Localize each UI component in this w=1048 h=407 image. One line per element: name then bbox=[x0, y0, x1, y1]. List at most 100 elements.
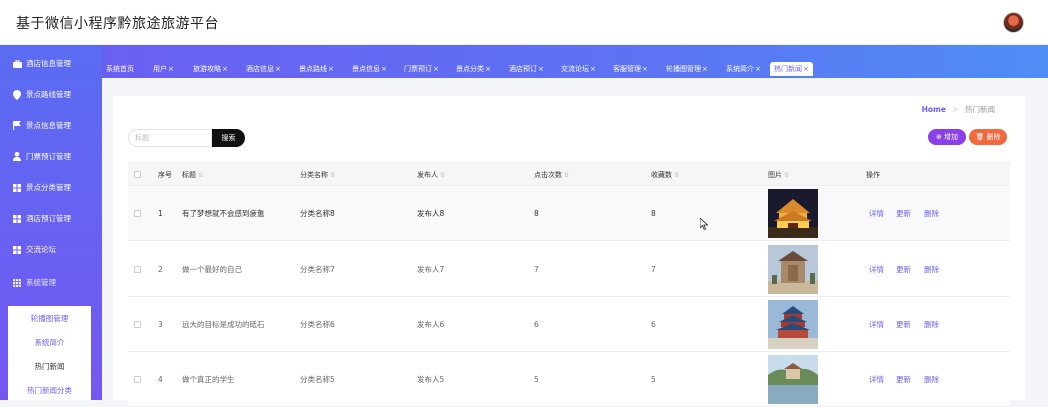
sidebar-item-forum[interactable]: 交流论坛 bbox=[0, 234, 102, 265]
breadcrumb-home[interactable]: Home bbox=[922, 105, 946, 114]
detail-link[interactable]: 详情 bbox=[869, 352, 884, 407]
tab-label: 门票预订 bbox=[404, 65, 432, 73]
tab-forum[interactable]: 交流论坛 × bbox=[561, 62, 596, 76]
sidebar-item-scenic-category[interactable]: 景点分类管理 bbox=[0, 172, 102, 203]
close-icon[interactable]: × bbox=[433, 65, 439, 73]
update-link[interactable]: 更新 bbox=[896, 297, 911, 352]
tab-bar: 系统首页 用户 × 旅游攻略 × 酒店信息 × 景点路线 × 景点信息 × 门票预订 × 景… bbox=[102, 45, 1048, 78]
tab-hotel-booking[interactable]: 酒店预订 × bbox=[509, 62, 544, 76]
submenu-item-hot-news-category[interactable]: 热门新闻分类 bbox=[8, 378, 91, 402]
close-icon[interactable]: × bbox=[702, 65, 708, 73]
detail-link[interactable]: 详情 bbox=[869, 186, 884, 241]
sort-icon[interactable]: ⇅ bbox=[784, 172, 789, 179]
update-link[interactable]: 更新 bbox=[896, 186, 911, 241]
cell-index: 3 bbox=[158, 320, 163, 329]
cell-category: 分类名称6 bbox=[300, 320, 335, 329]
header-favorites[interactable]: 收藏数 ⇅ bbox=[651, 163, 679, 187]
tab-label: 酒店预订 bbox=[509, 65, 537, 73]
delete-link[interactable]: 删除 bbox=[924, 352, 939, 407]
cell-clicks: 6 bbox=[534, 320, 539, 329]
select-all-checkbox[interactable] bbox=[134, 171, 141, 178]
header-publisher[interactable]: 发布人 ⇅ bbox=[417, 163, 445, 187]
row-checkbox[interactable] bbox=[134, 210, 141, 217]
sidebar-item-label: 系统管理 bbox=[26, 278, 56, 287]
grid-icon bbox=[12, 214, 22, 224]
row-checkbox[interactable] bbox=[134, 266, 141, 273]
tab-hot-news[interactable]: 热门新闻 × bbox=[770, 62, 813, 76]
tab-scenic-info[interactable]: 景点信息 × bbox=[352, 62, 387, 76]
header-clicks[interactable]: 点击次数 ⇅ bbox=[534, 163, 569, 187]
table-row[interactable]: 2 做一个最好的自己 分类名称7 发布人7 7 7 详情 更新 删除 bbox=[128, 242, 1010, 297]
header-title[interactable]: 标题 ⇅ bbox=[182, 163, 203, 187]
search-button[interactable]: 搜索 bbox=[212, 129, 245, 147]
sort-icon[interactable]: ⇅ bbox=[564, 172, 569, 179]
tab-travel-guide[interactable]: 旅游攻略 × bbox=[193, 62, 228, 76]
delete-link[interactable]: 删除 bbox=[924, 297, 939, 352]
header-label: 图片 bbox=[768, 171, 782, 179]
grid-icon bbox=[12, 183, 22, 193]
add-button[interactable]: ⊕ 增加 bbox=[928, 129, 966, 145]
close-icon[interactable]: × bbox=[275, 65, 281, 73]
sidebar-item-label: 门票预订管理 bbox=[26, 152, 71, 161]
map-pin-icon bbox=[12, 89, 22, 100]
close-icon[interactable]: × bbox=[381, 65, 387, 73]
table-row[interactable]: 1 有了梦想就不会感到疲惫 分类名称8 发布人8 8 8 详情 更新 删除 bbox=[128, 186, 1010, 241]
submenu-item-system-intro[interactable]: 系统简介 bbox=[8, 330, 91, 354]
row-checkbox[interactable] bbox=[134, 321, 141, 328]
detail-link[interactable]: 详情 bbox=[869, 297, 884, 352]
detail-link[interactable]: 详情 bbox=[869, 242, 884, 297]
sort-icon[interactable]: ⇅ bbox=[198, 172, 203, 179]
tab-carousel[interactable]: 轮播图管理 × bbox=[666, 62, 708, 76]
search-input[interactable]: 标题 bbox=[128, 129, 212, 147]
breadcrumb-separator: > bbox=[952, 105, 959, 114]
header-image[interactable]: 图片 ⇅ bbox=[768, 163, 789, 187]
table-row[interactable]: 4 做个真正的学生 分类名称5 发布人5 5 5 详情 更新 删除 bbox=[128, 352, 1010, 407]
tab-ticket-booking[interactable]: 门票预订 × bbox=[404, 62, 439, 76]
update-link[interactable]: 更新 bbox=[896, 242, 911, 297]
tab-hotel-info[interactable]: 酒店信息 × bbox=[246, 62, 281, 76]
tab-system-intro[interactable]: 系统简介 × bbox=[726, 62, 761, 76]
close-icon[interactable]: × bbox=[755, 65, 761, 73]
header-label: 分类名称 bbox=[300, 171, 328, 179]
close-icon[interactable]: × bbox=[168, 65, 174, 73]
header-category[interactable]: 分类名称 ⇅ bbox=[300, 163, 335, 187]
close-icon[interactable]: × bbox=[222, 65, 228, 73]
sort-icon[interactable]: ⇅ bbox=[674, 172, 679, 179]
tab-user[interactable]: 用户 × bbox=[153, 62, 174, 76]
tab-scenic-route[interactable]: 景点路线 × bbox=[299, 62, 334, 76]
close-icon[interactable]: × bbox=[803, 65, 809, 73]
row-checkbox[interactable] bbox=[134, 376, 141, 383]
header-label: 点击次数 bbox=[534, 171, 562, 179]
close-icon[interactable]: × bbox=[538, 65, 544, 73]
table-row[interactable]: 3 远大的目标是成功的砥石 分类名称6 发布人6 6 6 详情 更新 删除 bbox=[128, 297, 1010, 352]
tab-scenic-category[interactable]: 景点分类 × bbox=[456, 62, 491, 76]
sort-icon[interactable]: ⇅ bbox=[330, 172, 335, 179]
tab-customer-service[interactable]: 客服管理 × bbox=[613, 62, 648, 76]
user-avatar[interactable] bbox=[1003, 12, 1024, 33]
sidebar-item-hotel-info[interactable]: 酒店信息管理 bbox=[0, 48, 102, 79]
breadcrumb-current: 热门新闻 bbox=[965, 105, 995, 114]
sidebar-item-route[interactable]: 景点路线管理 bbox=[0, 79, 102, 110]
delete-link[interactable]: 删除 bbox=[924, 242, 939, 297]
top-header: 基于微信小程序黔旅途旅游平台 bbox=[0, 0, 1048, 45]
close-icon[interactable]: × bbox=[328, 65, 334, 73]
tab-home[interactable]: 系统首页 bbox=[106, 62, 134, 76]
sort-icon[interactable]: ⇅ bbox=[440, 172, 445, 179]
update-link[interactable]: 更新 bbox=[896, 352, 911, 407]
tab-label: 景点路线 bbox=[299, 65, 327, 73]
close-icon[interactable]: × bbox=[590, 65, 596, 73]
header-label: 收藏数 bbox=[651, 171, 672, 179]
sidebar-item-hotel-booking[interactable]: 酒店预订管理 bbox=[0, 203, 102, 234]
submenu-item-hot-news[interactable]: 热门新闻 bbox=[8, 354, 91, 378]
delete-link[interactable]: 删除 bbox=[924, 186, 939, 241]
sidebar-item-system[interactable]: 系统管理 bbox=[0, 267, 102, 298]
sidebar-item-scenic-info[interactable]: 景点信息管理 bbox=[0, 110, 102, 141]
submenu-item-carousel[interactable]: 轮播图管理 bbox=[8, 306, 91, 330]
header-index: 序号 bbox=[158, 171, 172, 179]
close-icon[interactable]: × bbox=[642, 65, 648, 73]
cell-title: 远大的目标是成功的砥石 bbox=[182, 320, 265, 329]
sidebar-item-ticket[interactable]: 门票预订管理 bbox=[0, 141, 102, 172]
close-icon[interactable]: × bbox=[485, 65, 491, 73]
delete-button[interactable]: 🗑 删除 bbox=[969, 129, 1007, 145]
header-ops: 操作 bbox=[866, 171, 880, 179]
